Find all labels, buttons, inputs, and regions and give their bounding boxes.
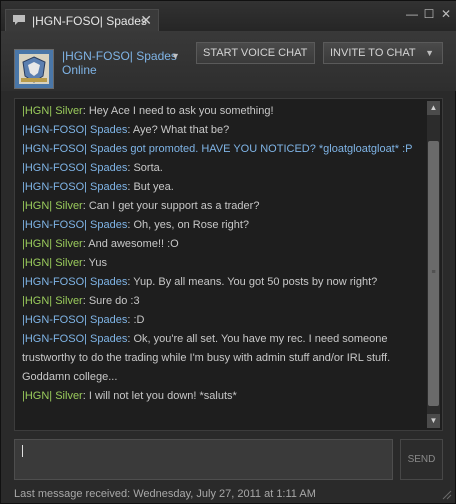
message-text: : Sorta. [127,162,163,174]
chat-message: |HGN-FOSO| Spades: Yup. By all means. Yo… [22,273,427,292]
message-text: : Yup. By all means. You got 50 posts by… [127,276,378,288]
friend-name[interactable]: |HGN-FOSO| Spades [62,49,177,63]
scrollbar-thumb[interactable]: ≡ [428,141,439,406]
maximize-icon[interactable]: ☐ [422,7,436,21]
message-sender[interactable]: |HGN| Silver [22,295,83,307]
chevron-down-icon: ▼ [425,48,434,58]
chat-window: |HGN-FOSO| Spades ✕ — ☐ ✕ |HGN-FOSO| Spa… [0,0,456,504]
chat-message: |HGN-FOSO| Spades: Oh, yes, on Rose righ… [22,216,427,235]
message-text: : Can I get your support as a trader? [82,200,260,212]
friend-status: Online [62,63,97,77]
message-sender[interactable]: |HGN-FOSO| Spades [22,181,127,193]
chevron-down-icon[interactable]: ▼ [171,51,180,61]
scrollbar[interactable]: ▲ ≡ ▼ [427,101,440,428]
avatar-emblem-icon [15,50,53,88]
message-text: : Hey Ace I need to ask you something! [82,105,274,117]
avatar[interactable] [14,49,54,89]
message-sender[interactable]: |HGN| Silver [22,390,83,402]
message-text: : I will not let you down! *saluts* [82,390,237,402]
message-sender[interactable]: |HGN| Silver [22,105,83,117]
chat-message: |HGN| Silver: Can I get your support as … [22,197,427,216]
minimize-icon[interactable]: — [405,7,419,21]
chat-message: |HGN| Silver: Hey Ace I need to ask you … [22,102,427,121]
chat-message: |HGN-FOSO| Spades: Ok, you're all set. Y… [22,330,427,387]
message-text: : But yea. [127,181,174,193]
chat-message: |HGN-FOSO| Spades: :D [22,311,427,330]
title-bar[interactable]: |HGN-FOSO| Spades ✕ — ☐ ✕ [1,1,456,31]
chat-message: |HGN-FOSO| Spades: Sorta. [22,159,427,178]
last-message-status: Last message received: Wednesday, July 2… [14,488,316,500]
text-caret [22,445,23,457]
message-sender[interactable]: |HGN| Silver [22,257,83,269]
chat-message: |HGN| Silver: And awesome!! :O [22,235,427,254]
scroll-down-icon[interactable]: ▼ [427,414,440,428]
message-text: : :D [127,314,145,326]
message-sender[interactable]: |HGN-FOSO| Spades [22,124,127,136]
chat-message: |HGN| Silver: Yus [22,254,427,273]
message-sender[interactable]: |HGN| Silver [22,200,83,212]
chat-message: |HGN-FOSO| Spades: But yea. [22,178,427,197]
message-text: : Yus [82,257,107,269]
chat-message: |HGN-FOSO| Spades: Aye? What that be? [22,121,427,140]
chat-header: |HGN-FOSO| Spades ▼ Online START VOICE C… [1,31,456,91]
chat-message: |HGN-FOSO| Spades got promoted. HAVE YOU… [22,140,427,159]
message-text: : Aye? What that be? [127,124,230,136]
message-text: : And awesome!! :O [82,238,179,250]
tab-close-icon[interactable]: ✕ [140,12,152,29]
invite-to-chat-button[interactable]: INVITE TO CHAT ▼ [323,42,443,64]
message-sender[interactable]: |HGN-FOSO| Spades [22,219,127,231]
message-sender[interactable]: |HGN-FOSO| Spades [22,162,127,174]
close-icon[interactable]: ✕ [439,7,453,21]
message-text: |HGN-FOSO| Spades got promoted. HAVE YOU… [22,143,413,155]
chat-message: |HGN| Silver: Sure do :3 [22,292,427,311]
message-sender[interactable]: |HGN-FOSO| Spades [22,276,127,288]
message-sender[interactable]: |HGN| Silver [22,238,83,250]
message-sender[interactable]: |HGN-FOSO| Spades [22,314,127,326]
grip-icon: ≡ [431,269,436,276]
message-sender[interactable]: |HGN-FOSO| Spades [22,333,127,345]
send-button[interactable]: SEND [400,439,443,480]
message-input[interactable] [14,439,393,480]
resize-grip-icon[interactable] [442,490,452,500]
start-voice-chat-button[interactable]: START VOICE CHAT [196,42,315,64]
send-button-label: SEND [407,454,436,465]
tab-title: |HGN-FOSO| Spades [32,14,147,28]
message-text: : Oh, yes, on Rose right? [127,219,250,231]
chat-tab[interactable]: |HGN-FOSO| Spades ✕ [5,9,159,31]
chat-log[interactable]: |HGN| Silver: Hey Ace I need to ask you … [14,98,443,431]
chat-message: |HGN| Silver: I will not let you down! *… [22,387,427,406]
scroll-up-icon[interactable]: ▲ [427,101,440,115]
voice-button-label: START VOICE CHAT [203,47,308,59]
chat-bubble-icon [13,15,25,25]
invite-button-label: INVITE TO CHAT [330,47,416,59]
message-list: |HGN| Silver: Hey Ace I need to ask you … [22,102,427,406]
message-text: : Sure do :3 [82,295,140,307]
